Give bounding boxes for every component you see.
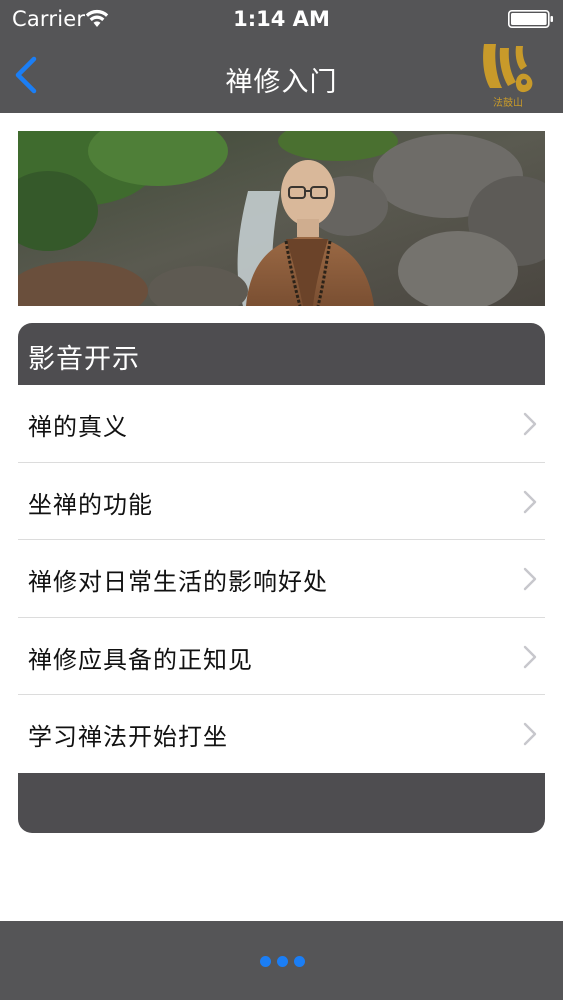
navigation-bar: 禅修入门 法鼓山 [0,38,563,113]
video-talk-list: 禅的真义 坐禅的功能 禅修对日常生活的影响好处 禅修应具备的正知见 学习禅法开始… [18,385,545,773]
list-item[interactable]: 禅修对日常生活的影响好处 [18,540,545,618]
logo-caption: 法鼓山 [493,96,523,109]
battery-icon [508,10,553,28]
list-item-label: 禅修对日常生活的影响好处 [28,568,328,596]
page-dot [277,956,288,967]
section-footer [18,773,545,833]
dharma-drum-logo: 法鼓山 [483,44,533,109]
chevron-right-icon [523,722,537,746]
page-dot [260,956,271,967]
status-bar: Carrier 1:14 AM [0,0,563,38]
list-item-label: 学习禅法开始打坐 [28,723,228,751]
banner-image [18,131,545,306]
status-time: 1:14 AM [233,7,330,31]
chevron-right-icon [523,567,537,591]
chevron-right-icon [523,412,537,436]
page-dot [294,956,305,967]
section-title: 影音开示 [28,344,140,375]
list-item-label: 禅修应具备的正知见 [28,645,253,674]
list-item[interactable]: 坐禅的功能 [18,462,545,540]
list-item[interactable]: 禅修应具备的正知见 [18,617,545,695]
more-dots-icon[interactable] [260,956,306,968]
chevron-right-icon [523,645,537,668]
section-header: 影音开示 [18,323,545,385]
list-item-label: 禅的真义 [28,413,128,441]
list-item[interactable]: 禅的真义 [18,385,545,463]
list-item-label: 坐禅的功能 [28,490,153,519]
bottom-bar [0,921,563,1000]
list-item[interactable]: 学习禅法开始打坐 [18,695,545,773]
chevron-right-icon [523,490,537,513]
top-bar: Carrier 1:14 AM 禅修入门 法鼓山 [0,0,563,113]
